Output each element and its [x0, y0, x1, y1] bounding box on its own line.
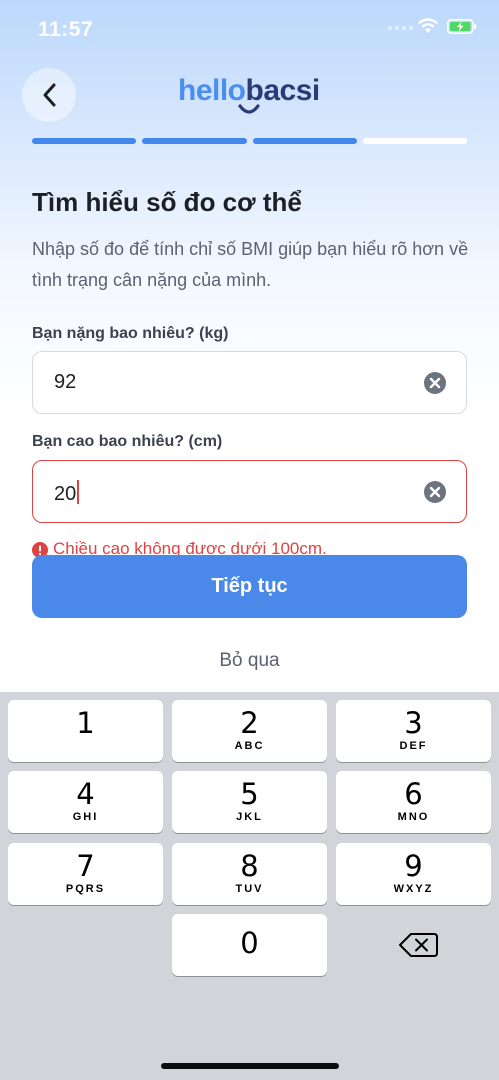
logo-text-bacsi: bacsi: [245, 74, 321, 107]
text-caret: [77, 480, 79, 504]
keyboard-key-8[interactable]: 8 TUV: [172, 843, 327, 905]
height-label: Bạn cao bao nhiêu? (cm): [32, 433, 223, 450]
progress-step: [252, 138, 357, 144]
status-bar: 11:57: [0, 0, 499, 60]
signal-dots: [388, 26, 413, 30]
status-time: 11:57: [38, 18, 94, 41]
continue-button[interactable]: Tiếp tục: [32, 555, 467, 618]
home-indicator: [161, 1063, 339, 1069]
chevron-left-icon: [43, 83, 56, 107]
page-title: Tìm hiểu số đo cơ thể: [32, 187, 302, 217]
wifi-icon: [418, 18, 438, 33]
weight-input[interactable]: 92: [32, 351, 467, 414]
hellobacsi-logo: hello bacsi: [178, 74, 320, 114]
page-subtitle: Nhập số đo để tính chỉ số BMI giúp bạn h…: [32, 239, 469, 290]
backspace-icon[interactable]: [390, 928, 444, 962]
keyboard-key-6[interactable]: 6 MNO: [336, 771, 491, 833]
battery-charging-icon: [447, 18, 477, 34]
progress-step: [142, 138, 247, 144]
weight-value: 92: [54, 371, 77, 393]
back-button[interactable]: [22, 68, 76, 122]
progress-step: [362, 138, 467, 144]
skip-button[interactable]: Bỏ qua: [0, 650, 499, 672]
keyboard-key-7[interactable]: 7 PQRS: [8, 843, 163, 905]
weight-label: Bạn nặng bao nhiêu? (kg): [32, 325, 229, 342]
logo-smile-icon: [238, 104, 260, 114]
logo-text-hello: hello: [178, 74, 246, 107]
keyboard-key-1[interactable]: 1: [8, 700, 163, 762]
keyboard-key-2[interactable]: 2 ABC: [172, 700, 327, 762]
keyboard-key-9[interactable]: 9 WXYZ: [336, 843, 491, 905]
keyboard-key-4[interactable]: 4 GHI: [8, 771, 163, 833]
keyboard-key-5[interactable]: 5 JKL: [172, 771, 327, 833]
clear-height-icon[interactable]: [424, 481, 446, 503]
height-input[interactable]: 20: [32, 460, 467, 523]
keyboard-key-3[interactable]: 3 DEF: [336, 700, 491, 762]
step-progress-bar: [32, 138, 467, 144]
clear-weight-icon[interactable]: [424, 372, 446, 394]
height-value: 20: [54, 483, 77, 505]
progress-step: [32, 138, 137, 144]
keyboard-key-0[interactable]: 0: [172, 914, 327, 976]
